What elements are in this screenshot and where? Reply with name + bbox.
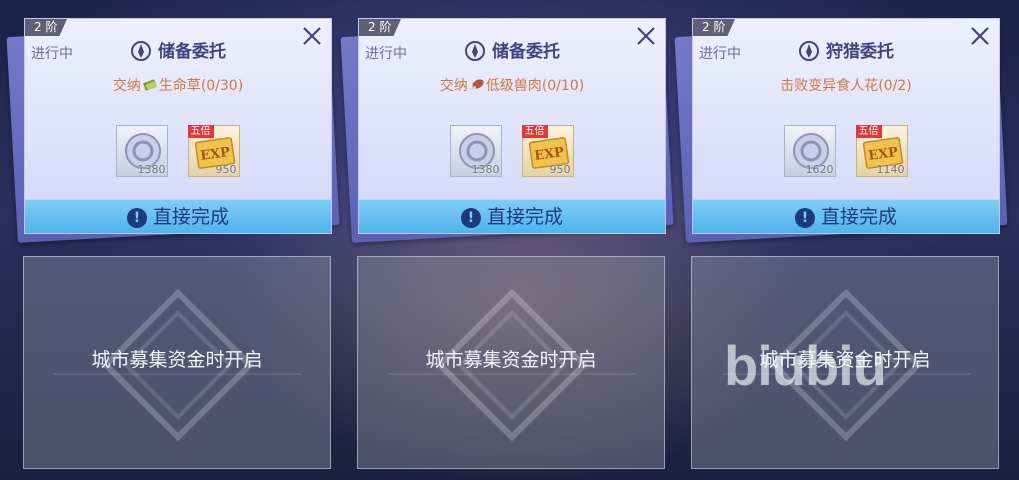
reward-coin[interactable]: 1380 [450, 125, 503, 177]
reward-amount: 1620 [805, 163, 834, 176]
complete-now-button[interactable]: ! 直接完成 [359, 199, 665, 233]
quest-card[interactable]: 2 阶 进行中 储备委托 交纳 低级兽肉(0/10) 1380 EXP 五倍 9… [358, 18, 666, 234]
reward-coin[interactable]: 1380 [116, 125, 169, 177]
quest-emblem-icon [131, 41, 151, 61]
complete-now-button[interactable]: ! 直接完成 [693, 199, 999, 233]
locked-slot: 城市募集资金时开启 [23, 256, 331, 469]
quest-emblem-icon [465, 41, 485, 61]
objective: 交纳 低级兽肉(0/10) [359, 75, 665, 95]
watermark-logo: biubiu [724, 334, 887, 397]
reward-exp[interactable]: EXP 五倍 950 [521, 125, 574, 177]
objective-progress: (0/2) [878, 78, 912, 94]
tier-tab: 2 阶 [693, 19, 735, 36]
reward-exp[interactable]: EXP 五倍 950 [187, 125, 240, 177]
close-icon[interactable] [969, 25, 991, 47]
tier-tab: 2 阶 [359, 19, 401, 36]
tier-tab: 2 阶 [25, 19, 67, 36]
objective-name: 击败变异食人花 [780, 78, 879, 94]
objective-name: 低级兽肉 [485, 78, 542, 94]
reward-amount: 950 [549, 163, 571, 176]
locked-slot: 城市募集资金时开启 [357, 256, 665, 469]
objective-prefix: 交纳 [112, 78, 141, 94]
reward-exp[interactable]: EXP 五倍 1140 [855, 125, 908, 177]
reward-amount: 1380 [137, 163, 166, 176]
rewards: 1620 EXP 五倍 1140 [693, 125, 999, 181]
multiplier-badge: 五倍 [521, 125, 548, 138]
complete-now-label: 直接完成 [486, 206, 563, 228]
reward-amount: 1380 [471, 163, 500, 176]
quest-card[interactable]: 2 阶 进行中 狩猎委托 击败变异食人花(0/2) 1620 EXP 五倍 11… [692, 18, 1000, 234]
quest-card-slot-1: 2 阶 进行中 储备委托 交纳 生命草(0/30) 1380 EXP 五倍 95… [6, 18, 340, 243]
locked-message: 城市募集资金时开启 [91, 349, 263, 371]
quest-card-slot-2: 2 阶 进行中 储备委托 交纳 低级兽肉(0/10) 1380 EXP 五倍 9… [340, 18, 674, 243]
quest-title: 狩猎委托 [693, 37, 999, 62]
reward-coin[interactable]: 1620 [784, 125, 837, 177]
rewards: 1380 EXP 五倍 950 [359, 125, 665, 181]
quest-title: 储备委托 [25, 37, 331, 62]
objective: 击败变异食人花(0/2) [693, 75, 999, 95]
meat-icon [470, 79, 484, 91]
quest-card-slot-3: 2 阶 进行中 狩猎委托 击败变异食人花(0/2) 1620 EXP 五倍 11… [674, 18, 1008, 243]
exclamation-icon: ! [794, 208, 815, 228]
quest-title-text: 储备委托 [158, 42, 226, 62]
close-icon[interactable] [635, 25, 657, 47]
complete-now-label: 直接完成 [152, 206, 229, 228]
cash-bundle-icon [143, 79, 157, 91]
close-icon[interactable] [301, 25, 323, 47]
complete-now-label: 直接完成 [820, 206, 897, 228]
locked-message: 城市募集资金时开启 [425, 349, 597, 371]
multiplier-badge: 五倍 [855, 125, 882, 138]
objective-progress: (0/30) [200, 78, 244, 94]
quest-title-text: 狩猎委托 [826, 42, 894, 62]
quest-title: 储备委托 [359, 37, 665, 62]
quest-title-text: 储备委托 [492, 42, 560, 62]
exclamation-icon: ! [126, 208, 147, 228]
quest-emblem-icon [799, 41, 819, 61]
reward-amount: 950 [215, 163, 237, 176]
objective-name: 生命草 [158, 78, 201, 94]
quest-card[interactable]: 2 阶 进行中 储备委托 交纳 生命草(0/30) 1380 EXP 五倍 95… [24, 18, 332, 234]
complete-now-button[interactable]: ! 直接完成 [25, 199, 331, 233]
objective-prefix: 交纳 [439, 78, 468, 94]
exclamation-icon: ! [460, 208, 481, 228]
objective: 交纳 生命草(0/30) [25, 75, 331, 95]
rewards: 1380 EXP 五倍 950 [25, 125, 331, 181]
reward-amount: 1140 [876, 163, 905, 176]
multiplier-badge: 五倍 [187, 125, 214, 138]
objective-progress: (0/10) [541, 78, 585, 94]
